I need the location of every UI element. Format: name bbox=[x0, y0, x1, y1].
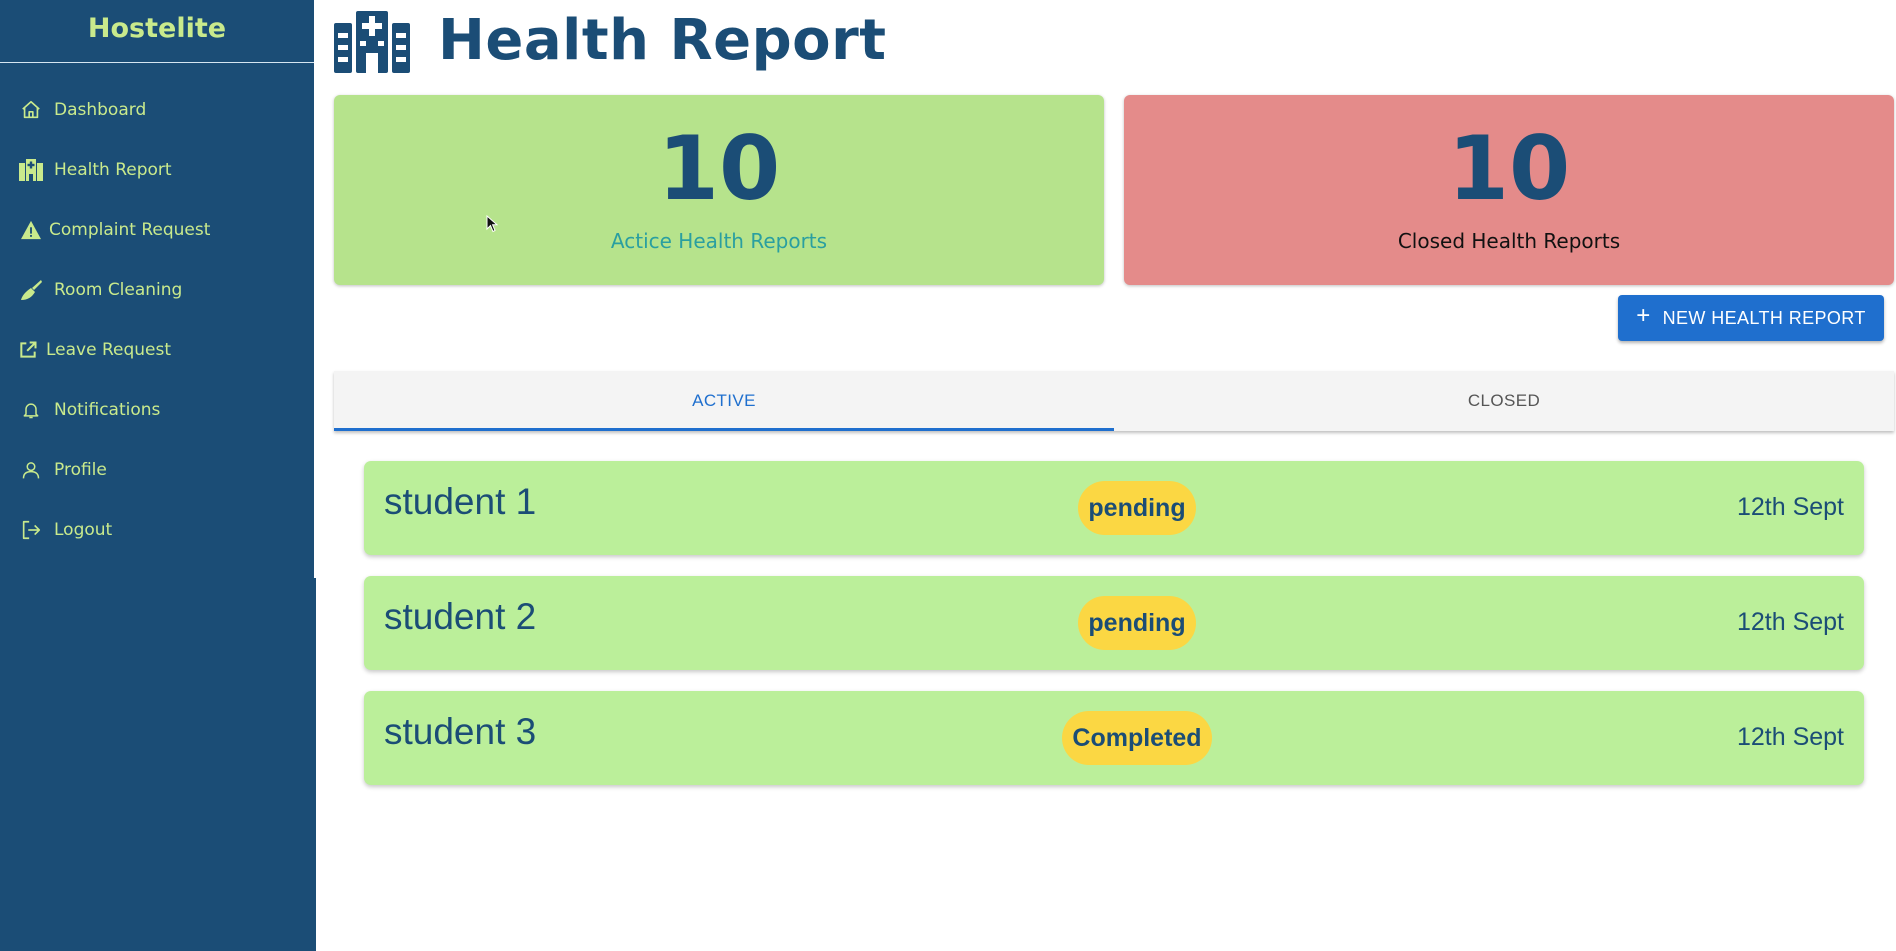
status-badge: pending bbox=[1078, 481, 1196, 535]
sidebar-item-notifications[interactable]: Notifications bbox=[0, 390, 314, 430]
tab-active[interactable]: ACTIVE bbox=[334, 371, 1114, 431]
sidebar-item-complaint-request[interactable]: Complaint Request bbox=[0, 210, 314, 250]
report-row[interactable]: student 1 pending 12th Sept bbox=[364, 461, 1864, 555]
sidebar-item-room-cleaning[interactable]: Room Cleaning bbox=[0, 270, 314, 310]
sidebar-item-dashboard[interactable]: Dashboard bbox=[0, 90, 314, 130]
closed-reports-label: Closed Health Reports bbox=[1397, 229, 1621, 253]
broom-icon bbox=[19, 278, 43, 302]
report-date: 12th Sept bbox=[1736, 493, 1844, 521]
report-row[interactable]: student 2 pending 12th Sept bbox=[364, 576, 1864, 670]
sidebar-item-logout[interactable]: Logout bbox=[0, 510, 314, 550]
brand-name: Hostelite bbox=[87, 12, 227, 44]
closed-reports-count: 10 bbox=[1447, 117, 1571, 220]
report-row[interactable]: student 3 Completed 12th Sept bbox=[364, 691, 1864, 785]
sidebar-item-label: Leave Request bbox=[46, 340, 172, 360]
status-badge: pending bbox=[1078, 596, 1196, 650]
sidebar-item-leave-request[interactable]: Leave Request bbox=[0, 330, 314, 370]
home-icon bbox=[19, 98, 43, 122]
report-date: 12th Sept bbox=[1736, 723, 1844, 751]
page-header bbox=[334, 11, 410, 77]
sidebar-item-label: Dashboard bbox=[54, 100, 147, 120]
sidebar: Hostelite Dashboard Health Report Compla… bbox=[0, 0, 314, 951]
sidebar-item-health-report[interactable]: Health Report bbox=[0, 150, 314, 190]
hospital-icon bbox=[334, 11, 410, 77]
mouse-cursor-icon bbox=[486, 214, 499, 237]
tab-closed[interactable]: CLOSED bbox=[1114, 371, 1894, 431]
new-health-report-label: NEW HEALTH REPORT bbox=[1662, 307, 1866, 328]
page-title: Health Report bbox=[438, 8, 887, 73]
status-badge: Completed bbox=[1062, 711, 1212, 765]
bell-icon bbox=[19, 398, 43, 422]
sidebar-item-label: Complaint Request bbox=[49, 220, 211, 240]
sidebar-item-label: Profile bbox=[54, 460, 107, 480]
warning-icon bbox=[19, 218, 43, 242]
sidebar-item-label: Logout bbox=[54, 520, 113, 540]
brand: Hostelite bbox=[0, 0, 314, 63]
new-health-report-button[interactable]: + NEW HEALTH REPORT bbox=[1618, 295, 1884, 341]
user-icon bbox=[19, 458, 43, 482]
sidebar-item-label: Health Report bbox=[54, 160, 172, 180]
plus-icon: + bbox=[1636, 302, 1651, 329]
hospital-icon bbox=[19, 158, 43, 182]
sidebar-edge bbox=[314, 578, 316, 951]
sidebar-item-profile[interactable]: Profile bbox=[0, 450, 314, 490]
active-reports-card: 10 Actice Health Reports bbox=[334, 95, 1104, 285]
report-date: 12th Sept bbox=[1736, 608, 1844, 636]
active-reports-count: 10 bbox=[657, 117, 781, 220]
report-student-name: student 3 bbox=[384, 711, 537, 752]
report-tabs: ACTIVE CLOSED bbox=[334, 371, 1894, 431]
sidebar-item-label: Room Cleaning bbox=[54, 280, 183, 300]
external-link-icon bbox=[16, 338, 40, 362]
closed-reports-card: 10 Closed Health Reports bbox=[1124, 95, 1894, 285]
report-student-name: student 2 bbox=[384, 596, 537, 637]
report-student-name: student 1 bbox=[384, 481, 537, 522]
logout-icon bbox=[19, 518, 43, 542]
active-reports-label: Actice Health Reports bbox=[610, 229, 828, 253]
sidebar-item-label: Notifications bbox=[54, 400, 161, 420]
